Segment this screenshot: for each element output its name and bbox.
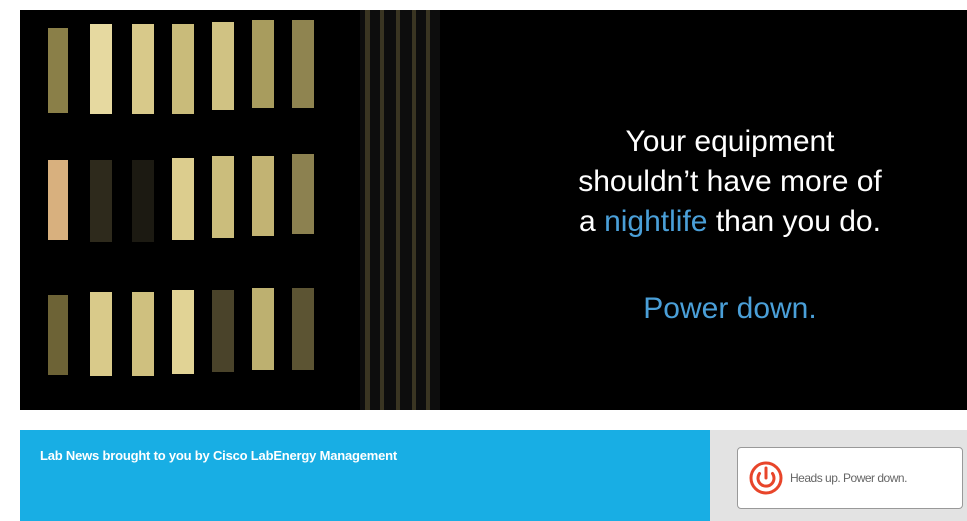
headline: Your equipment shouldn’t have more of a … [520, 122, 940, 242]
headline-highlight: nightlife [604, 205, 708, 238]
headline-line-3: a nightlife than you do. [520, 202, 940, 242]
footer-credit-bar: Lab News brought to you by Cisco LabEner… [20, 430, 710, 521]
power-down-badge: Heads up. Power down. [737, 447, 963, 509]
headline-line-3-prefix: a [579, 205, 605, 238]
tagline: Power down. [643, 292, 817, 325]
night-office-building-image [20, 10, 460, 410]
headline-line-2: shouldn’t have more of [578, 165, 882, 198]
headline-line-1: Your equipment [625, 125, 835, 158]
footer-divider [20, 410, 967, 430]
headline-line-3-suffix: than you do. [707, 205, 881, 238]
footer-badge-area: Heads up. Power down. [710, 430, 967, 521]
badge-label: Heads up. Power down. [790, 471, 907, 485]
power-icon [749, 461, 783, 495]
footer-credit-text: Lab News brought to you by Cisco LabEner… [40, 448, 398, 463]
hero-banner: Your equipment shouldn’t have more of a … [20, 10, 967, 410]
